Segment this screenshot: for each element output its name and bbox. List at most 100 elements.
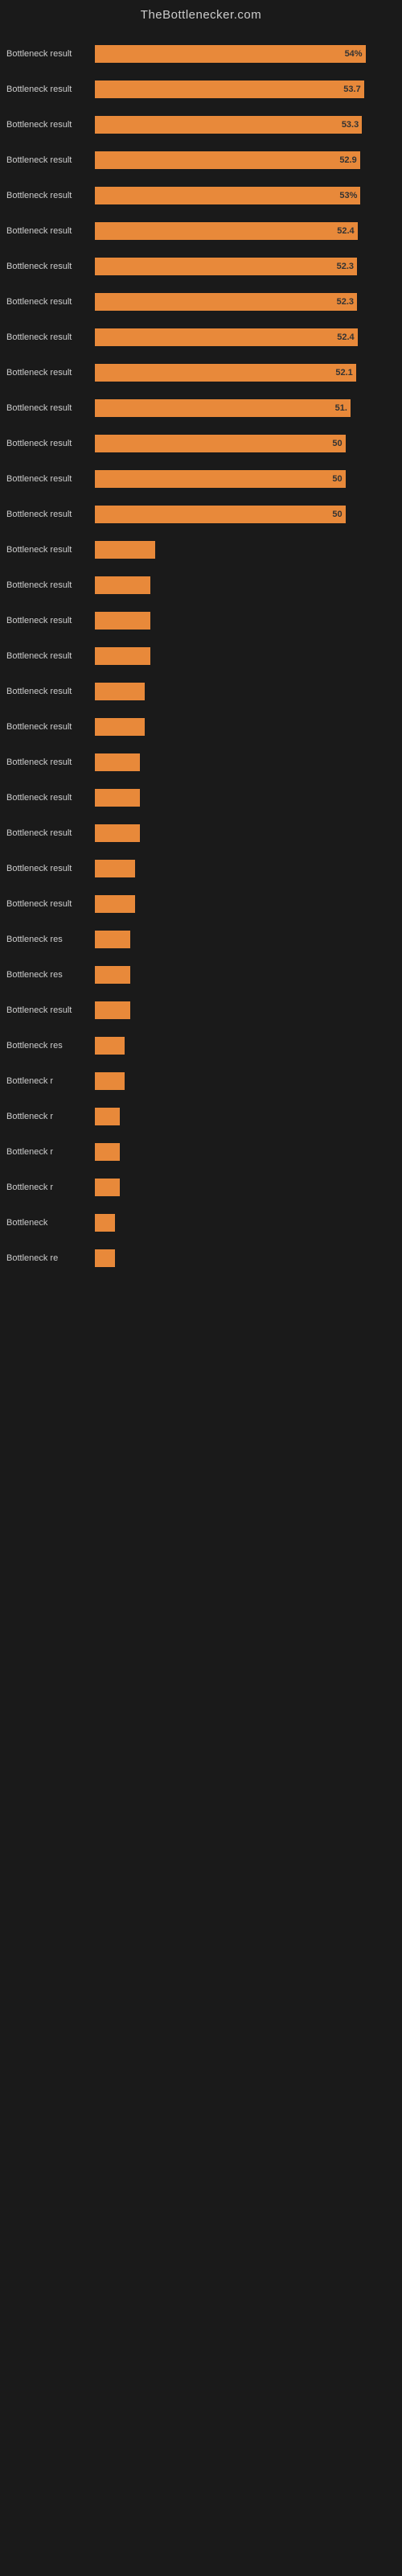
bar-fill: 53.3 (95, 116, 362, 134)
bar-value: 52.3 (337, 262, 354, 271)
bar-wrapper: 53% (95, 187, 396, 204)
bar-label: Bottleneck r (6, 1183, 95, 1192)
bar-fill: 52.4 (95, 328, 358, 346)
bar-wrapper (95, 1001, 396, 1019)
bar-wrapper (95, 647, 396, 665)
bar-row: Bottleneck result54% (0, 42, 402, 66)
bar-fill (95, 860, 135, 877)
bar-row: Bottleneck r (0, 1140, 402, 1164)
bar-label: Bottleneck result (6, 864, 95, 873)
bar-value: 50 (332, 474, 342, 484)
bar-fill: 53.7 (95, 80, 364, 98)
bar-label: Bottleneck result (6, 85, 95, 94)
bar-row: Bottleneck result 52.3 (0, 290, 402, 314)
bar-fill: 53% (95, 187, 360, 204)
site-header: TheBottlenecker.com (0, 0, 402, 27)
bar-wrapper (95, 895, 396, 913)
bar-label: Bottleneck result (6, 120, 95, 130)
bar-value: 52.3 (337, 297, 354, 307)
bar-wrapper: 51. (95, 399, 396, 417)
bar-fill (95, 824, 140, 842)
bar-label: Bottleneck result (6, 828, 95, 838)
bar-label: Bottleneck result (6, 474, 95, 484)
bar-label: Bottleneck result (6, 368, 95, 378)
bar-wrapper: 50 (95, 435, 396, 452)
bar-fill (95, 1249, 115, 1267)
bar-fill: 52.9 (95, 151, 360, 169)
bar-wrapper (95, 612, 396, 630)
bar-label: Bottleneck result (6, 191, 95, 200)
bar-row: Bottleneck (0, 1211, 402, 1235)
bar-value: 53.3 (342, 120, 359, 130)
bar-row: Bottleneck result (0, 573, 402, 597)
bar-row: Bottleneck result50 (0, 502, 402, 526)
bar-fill (95, 1108, 120, 1125)
bar-row: Bottleneck result 50 (0, 467, 402, 491)
bar-wrapper (95, 1072, 396, 1090)
bar-wrapper: 52.3 (95, 293, 396, 311)
bar-label: Bottleneck result (6, 651, 95, 661)
bar-wrapper (95, 789, 396, 807)
bar-row: Bottleneck result52.9 (0, 148, 402, 172)
bar-label: Bottleneck res (6, 1041, 95, 1051)
bar-fill (95, 1037, 125, 1055)
bar-label: Bottleneck result (6, 722, 95, 732)
bar-label: Bottleneck result (6, 297, 95, 307)
bar-label: Bottleneck result (6, 403, 95, 413)
bar-label: Bottleneck r (6, 1147, 95, 1157)
bar-fill (95, 576, 150, 594)
bar-row: Bottleneck result (0, 857, 402, 881)
bar-row: Bottleneck result (0, 609, 402, 633)
bar-label: Bottleneck result (6, 616, 95, 625)
bar-fill: 52.3 (95, 293, 357, 311)
bar-wrapper (95, 1214, 396, 1232)
bar-row: Bottleneck result 52.1 (0, 361, 402, 385)
bar-label: Bottleneck result (6, 899, 95, 909)
bar-label: Bottleneck result (6, 580, 95, 590)
bar-wrapper (95, 753, 396, 771)
bar-label: Bottleneck re (6, 1253, 95, 1263)
bar-value: 52.9 (339, 155, 356, 165)
bar-row: Bottleneck result52.3 (0, 254, 402, 279)
bar-label: Bottleneck result (6, 1005, 95, 1015)
bar-row: Bottleneck res (0, 963, 402, 987)
bar-label: Bottleneck (6, 1218, 95, 1228)
bar-label: Bottleneck res (6, 935, 95, 944)
bar-label: Bottleneck result (6, 49, 95, 59)
bar-wrapper (95, 1179, 396, 1196)
bar-label: Bottleneck res (6, 970, 95, 980)
bar-fill: 52.1 (95, 364, 356, 382)
bar-value: 53.7 (343, 85, 360, 94)
bar-row: Bottleneck result (0, 750, 402, 774)
bar-fill (95, 683, 145, 700)
bar-fill (95, 895, 135, 913)
bar-row: Bottleneck res (0, 927, 402, 952)
bar-wrapper: 53.7 (95, 80, 396, 98)
bar-wrapper (95, 1143, 396, 1161)
bar-row: Bottleneck result 53% (0, 184, 402, 208)
bar-fill: 52.4 (95, 222, 358, 240)
bar-row: Bottleneck result (0, 679, 402, 704)
bar-fill: 54% (95, 45, 366, 63)
bar-value: 53% (339, 191, 357, 200)
bar-wrapper (95, 860, 396, 877)
bar-row: Bottleneck result 53.3 (0, 113, 402, 137)
bar-fill (95, 1214, 115, 1232)
bar-fill: 50 (95, 435, 346, 452)
bar-row: Bottleneck result52.4 (0, 219, 402, 243)
bar-label: Bottleneck result (6, 332, 95, 342)
bar-value: 52.1 (335, 368, 352, 378)
bar-label: Bottleneck r (6, 1112, 95, 1121)
bar-wrapper (95, 1108, 396, 1125)
bar-fill (95, 753, 140, 771)
bar-fill (95, 931, 130, 948)
bar-wrapper: 52.9 (95, 151, 396, 169)
bar-value: 51. (335, 403, 347, 413)
bar-label: Bottleneck result (6, 226, 95, 236)
bar-wrapper: 54% (95, 45, 396, 63)
bar-row: Bottleneck r (0, 1104, 402, 1129)
bar-label: Bottleneck result (6, 545, 95, 555)
bar-wrapper (95, 931, 396, 948)
bar-row: Bottleneck result50 (0, 431, 402, 456)
bar-wrapper (95, 541, 396, 559)
